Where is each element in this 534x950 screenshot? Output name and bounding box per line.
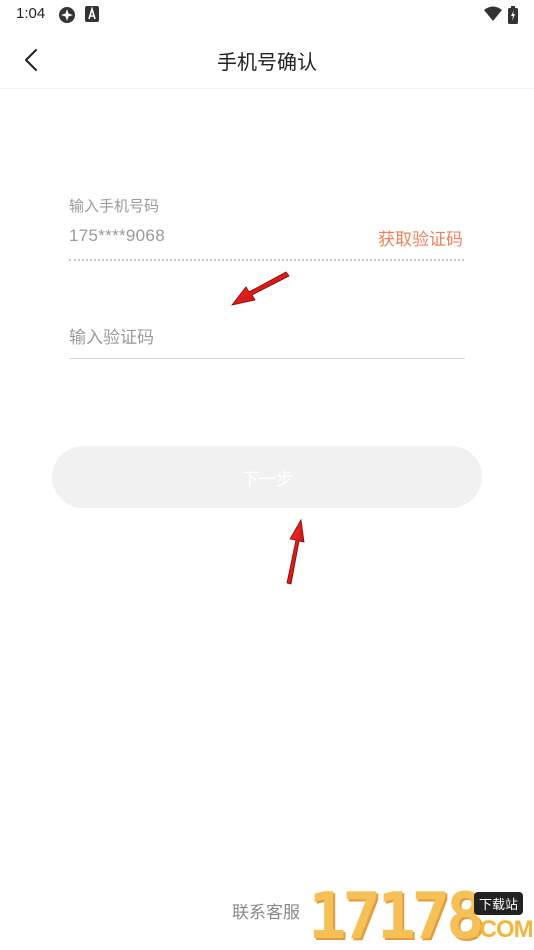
site-watermark: 17178 下载站 .COM [308,884,534,950]
phone-value: 175****9068 [69,226,165,245]
annotation-arrow-icon [231,271,290,306]
watermark-domain: .COM [474,916,534,943]
watermark-tag: 下载站 [474,892,524,915]
wifi-icon [484,6,502,26]
page-title: 手机号确认 [217,50,317,74]
status-bar: 1:04 [0,0,534,28]
verification-code-input[interactable] [69,318,465,359]
phone-divider [69,259,464,261]
app-notification-icon [58,6,76,28]
next-step-button[interactable]: 下一步 [52,446,482,508]
watermark-digits: 17178 [308,880,485,950]
battery-charging-icon [508,6,518,28]
annotation-arrow-icon [286,518,305,585]
accessibility-icon [85,6,99,26]
screen: 1:04 手机号确认 输入手机号码 175****9068 获取验证码 输入验证… [0,0,534,950]
status-time: 1:04 [16,5,46,22]
header: 手机号确认 [0,30,534,89]
customer-service-link[interactable]: 联系客服 [232,898,300,923]
get-code-button[interactable]: 获取验证码 [378,225,463,250]
phone-label: 输入手机号码 [69,197,160,215]
